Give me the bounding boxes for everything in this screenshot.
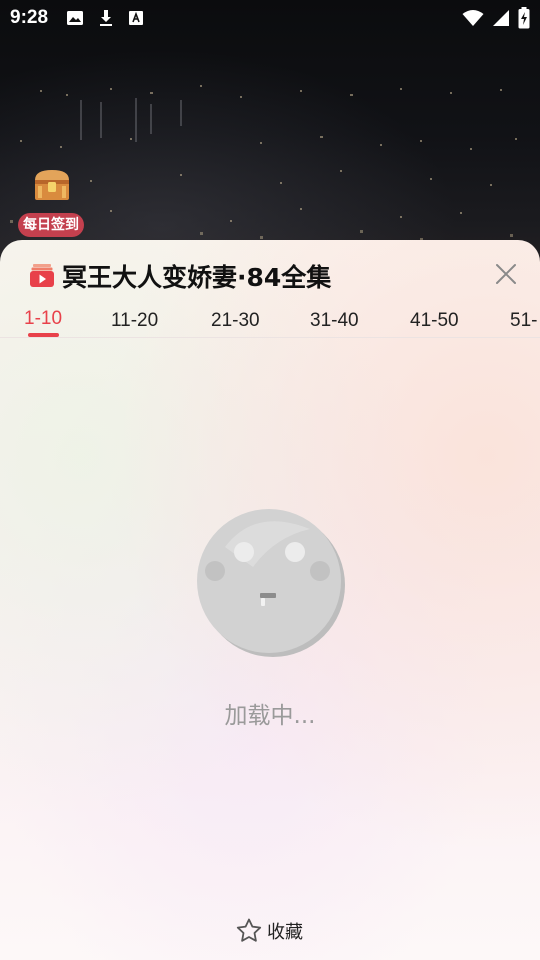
status-time: 9:28 [10, 7, 49, 28]
episode-sheet: 冥王大人变娇妻·84全集 1-10 11-20 21-30 31-40 41-5… [0, 240, 540, 960]
image-icon [67, 11, 84, 25]
tab-51[interactable]: 51- [510, 310, 537, 332]
wifi-icon [462, 10, 484, 26]
status-bar: 9:28 [0, 0, 540, 36]
signal-icon [493, 10, 509, 26]
keyboard-a-icon [129, 11, 144, 25]
download-icon [100, 10, 113, 26]
favorite-button[interactable]: 收藏 [235, 916, 303, 946]
episode-range-tabs: 1-10 11-20 21-30 31-40 41-50 51- [0, 306, 540, 338]
favorite-label: 收藏 [267, 922, 303, 943]
loading-text: 加载中... [224, 703, 316, 729]
treasure-chest-icon [35, 170, 69, 200]
tab-11-20[interactable]: 11-20 [111, 310, 158, 332]
play-stack-icon [30, 264, 54, 287]
tab-31-40[interactable]: 31-40 [310, 310, 359, 332]
tab-21-30[interactable]: 21-30 [211, 310, 260, 332]
daily-checkin-button[interactable]: 每日签到 [18, 168, 86, 240]
tab-41-50[interactable]: 41-50 [410, 310, 459, 332]
star-outline-icon [236, 918, 262, 942]
sheet-header: 冥王大人变娇妻·84全集 [0, 240, 540, 310]
sheet-title: 冥王大人变娇妻·84全集 [62, 263, 332, 292]
tab-1-10[interactable]: 1-10 [24, 308, 62, 330]
battery-charging-icon [518, 7, 530, 29]
close-icon[interactable] [494, 262, 518, 286]
tabs-divider [0, 337, 540, 338]
checkin-label: 每日签到 [18, 213, 84, 237]
loading-face-icon [197, 509, 345, 657]
